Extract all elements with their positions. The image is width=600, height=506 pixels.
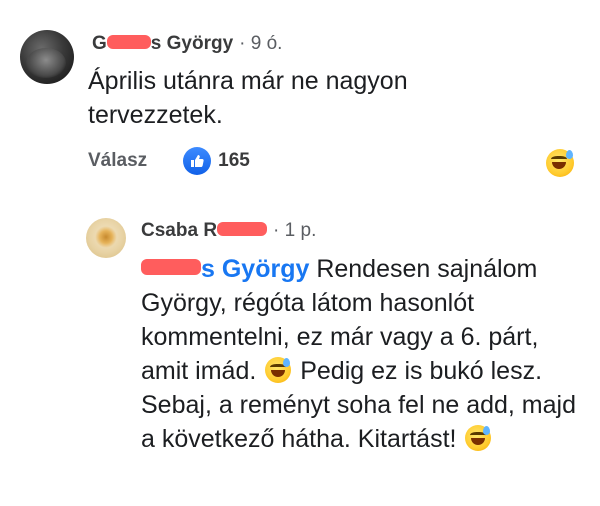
reaction-summary[interactable]: 165 xyxy=(183,147,250,175)
comment-header: Gs György · 9 ó. xyxy=(92,33,282,55)
author-name[interactable]: Gs György xyxy=(92,33,233,55)
redaction-mark xyxy=(217,221,268,236)
thumbs-up-icon xyxy=(183,147,212,175)
comment-actions: Válasz 165 xyxy=(88,147,250,175)
add-reaction-icon[interactable] xyxy=(546,149,574,177)
timestamp[interactable]: · 1 p. xyxy=(273,220,316,242)
redaction-mark xyxy=(106,34,151,49)
redaction-mark xyxy=(141,259,201,276)
comment-text: Április utánra már ne nagyon tervezzetek… xyxy=(88,67,408,129)
mention-link[interactable]: s György xyxy=(141,255,309,283)
grinning-sweat-emoji-icon xyxy=(465,425,492,451)
avatar[interactable] xyxy=(20,30,74,84)
reply-button[interactable]: Válasz xyxy=(88,150,147,172)
grinning-sweat-emoji-icon xyxy=(546,149,574,177)
timestamp[interactable]: · 9 ó. xyxy=(239,33,282,55)
like-count: 165 xyxy=(218,150,250,171)
grinning-sweat-emoji-icon xyxy=(265,357,292,383)
author-name[interactable]: Csaba R xyxy=(141,220,268,242)
comment-text: s György Rendesen sajnálom György, régót… xyxy=(141,255,576,453)
avatar[interactable] xyxy=(86,218,126,258)
comment-header: Csaba R · 1 p. xyxy=(141,220,316,242)
